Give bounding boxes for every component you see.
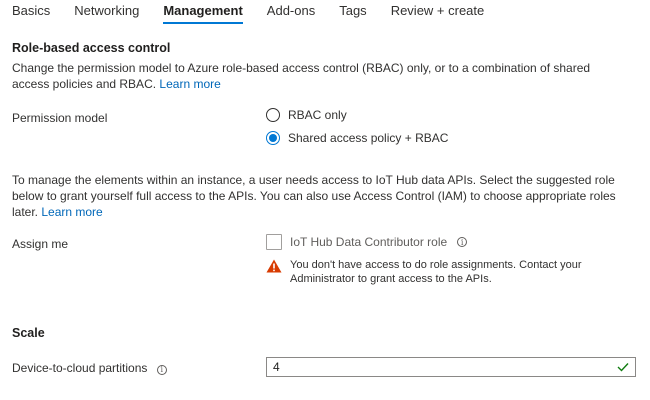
rbac-learn-more-link[interactable]: Learn more: [159, 77, 220, 91]
rbac-description: Change the permission model to Azure rol…: [12, 60, 622, 92]
radio-rbac-only-label: RBAC only: [288, 108, 347, 122]
tab-bar: Basics Networking Management Add-ons Tag…: [12, 0, 496, 24]
radio-shared-access-rbac[interactable]: Shared access policy + RBAC: [266, 131, 448, 145]
radio-shared-access-rbac-circle[interactable]: [266, 131, 280, 145]
iot-hub-data-contributor-label: IoT Hub Data Contributor role: [290, 235, 448, 249]
partitions-label-text: Device-to-cloud partitions: [12, 361, 148, 375]
partitions-label: Device-to-cloud partitions i: [12, 361, 167, 375]
iot-hub-data-contributor-option[interactable]: IoT Hub Data Contributor role i: [266, 234, 468, 250]
role-assignment-warning: You don't have access to do role assignm…: [266, 258, 626, 286]
tab-tags[interactable]: Tags: [327, 0, 378, 24]
radio-rbac-only-circle[interactable]: [266, 108, 280, 122]
permission-model-label: Permission model: [12, 111, 108, 125]
partitions-value: 4: [273, 360, 280, 374]
tab-management[interactable]: Management: [151, 0, 254, 24]
radio-rbac-only[interactable]: RBAC only: [266, 108, 347, 122]
assign-me-label: Assign me: [12, 237, 69, 251]
partitions-info-icon[interactable]: i: [156, 364, 167, 375]
info-icon[interactable]: i: [457, 237, 468, 247]
partitions-input[interactable]: 4: [266, 357, 636, 377]
tab-basics[interactable]: Basics: [12, 0, 62, 24]
tab-add-ons[interactable]: Add-ons: [255, 0, 327, 24]
warning-icon: [266, 259, 282, 273]
scale-section-title: Scale: [12, 326, 45, 340]
tab-networking[interactable]: Networking: [62, 0, 151, 24]
warning-text: You don't have access to do role assignm…: [290, 259, 582, 285]
iot-hub-data-contributor-checkbox[interactable]: [266, 234, 282, 250]
assign-description: To manage the elements within an instanc…: [12, 172, 622, 220]
rbac-section-title: Role-based access control: [12, 41, 171, 55]
radio-shared-access-rbac-label: Shared access policy + RBAC: [288, 131, 449, 145]
valid-check-icon: [617, 363, 629, 372]
tab-review-create[interactable]: Review + create: [379, 0, 497, 24]
assign-learn-more-link[interactable]: Learn more: [41, 205, 102, 219]
rbac-description-text: Change the permission model to Azure rol…: [12, 61, 591, 91]
